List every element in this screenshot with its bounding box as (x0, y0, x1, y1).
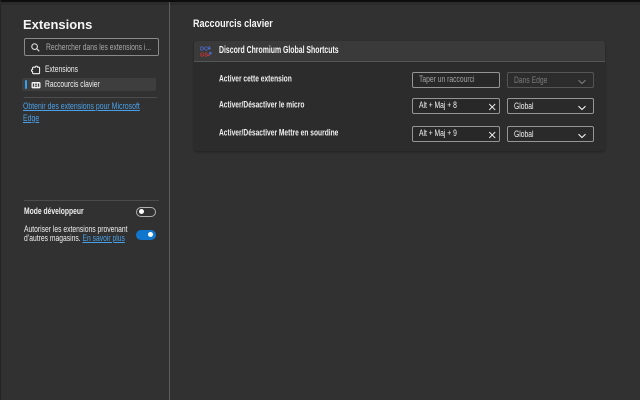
svg-text:GS: GS (200, 52, 208, 57)
